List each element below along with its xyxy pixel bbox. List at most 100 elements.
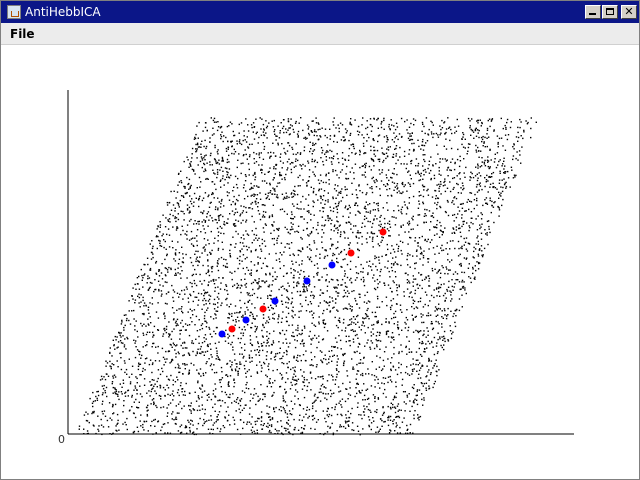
data-point bbox=[356, 350, 358, 353]
data-point bbox=[506, 121, 508, 124]
data-point bbox=[231, 278, 233, 281]
data-point bbox=[294, 403, 296, 405]
data-point bbox=[168, 333, 170, 335]
data-point bbox=[184, 390, 186, 393]
data-point bbox=[117, 419, 119, 422]
data-point bbox=[340, 190, 342, 193]
data-point bbox=[165, 217, 167, 219]
data-point bbox=[308, 275, 310, 277]
data-point bbox=[207, 265, 209, 267]
title-bar[interactable]: AntiHebbICA ✕ bbox=[1, 1, 639, 23]
data-point bbox=[177, 213, 179, 215]
data-point bbox=[332, 197, 334, 200]
data-point bbox=[265, 211, 267, 213]
data-point bbox=[205, 272, 207, 275]
data-point bbox=[468, 243, 471, 245]
data-point bbox=[234, 151, 237, 153]
data-point bbox=[391, 172, 394, 174]
data-point bbox=[288, 298, 290, 301]
data-point bbox=[405, 316, 407, 319]
data-point bbox=[270, 294, 272, 297]
maximize-button[interactable] bbox=[602, 5, 618, 19]
data-point bbox=[410, 178, 412, 180]
data-point bbox=[149, 316, 151, 318]
data-point bbox=[372, 209, 374, 211]
data-point bbox=[281, 127, 284, 130]
data-point bbox=[260, 370, 263, 373]
data-point bbox=[312, 317, 314, 319]
data-point bbox=[234, 175, 237, 178]
data-point bbox=[216, 222, 218, 224]
data-point bbox=[239, 361, 241, 363]
data-point bbox=[391, 181, 394, 183]
data-point bbox=[487, 243, 489, 246]
data-point bbox=[265, 322, 267, 324]
data-point bbox=[186, 208, 189, 210]
data-point bbox=[422, 257, 425, 259]
data-point bbox=[366, 398, 369, 400]
data-point bbox=[355, 300, 357, 302]
data-point bbox=[248, 421, 251, 423]
data-point bbox=[307, 204, 310, 206]
data-point bbox=[216, 151, 219, 153]
minimize-button[interactable] bbox=[585, 5, 601, 19]
data-point bbox=[210, 354, 212, 356]
data-point bbox=[302, 286, 304, 288]
data-point bbox=[242, 334, 244, 337]
data-point bbox=[253, 158, 255, 160]
data-point bbox=[305, 182, 308, 184]
data-point bbox=[424, 208, 426, 211]
data-point bbox=[120, 352, 122, 354]
data-point bbox=[229, 253, 231, 255]
java-app-icon[interactable] bbox=[7, 5, 21, 19]
data-point bbox=[312, 142, 314, 144]
data-point bbox=[209, 154, 212, 157]
data-point bbox=[373, 420, 375, 422]
data-point bbox=[196, 330, 199, 332]
data-point bbox=[86, 430, 89, 432]
data-point bbox=[228, 161, 230, 163]
data-point bbox=[250, 423, 252, 425]
close-button[interactable]: ✕ bbox=[621, 5, 637, 19]
data-point bbox=[143, 378, 146, 380]
data-point bbox=[400, 372, 402, 374]
data-point bbox=[438, 269, 440, 272]
data-point bbox=[243, 135, 245, 137]
data-point bbox=[204, 126, 207, 129]
menu-file[interactable]: File bbox=[10, 27, 35, 41]
data-point bbox=[167, 432, 169, 434]
data-point bbox=[440, 247, 442, 249]
data-point bbox=[141, 313, 144, 315]
data-point bbox=[379, 194, 381, 197]
data-point bbox=[169, 221, 171, 223]
data-point bbox=[339, 339, 342, 342]
data-point bbox=[392, 264, 395, 266]
data-point bbox=[318, 335, 320, 337]
data-point bbox=[281, 254, 283, 256]
data-point bbox=[227, 317, 229, 319]
data-point bbox=[242, 154, 245, 157]
data-point bbox=[175, 272, 177, 275]
data-point bbox=[497, 146, 499, 148]
data-point bbox=[158, 269, 160, 271]
data-point bbox=[336, 369, 338, 371]
data-point bbox=[477, 163, 479, 165]
data-point bbox=[189, 187, 191, 189]
data-point bbox=[169, 213, 171, 216]
data-point bbox=[425, 117, 428, 119]
data-point bbox=[346, 421, 348, 423]
data-point bbox=[248, 356, 251, 358]
data-point bbox=[336, 341, 338, 343]
data-point bbox=[472, 131, 475, 133]
data-point bbox=[433, 289, 435, 291]
data-point bbox=[371, 177, 373, 180]
data-point bbox=[434, 310, 436, 312]
data-point bbox=[249, 339, 252, 341]
data-point bbox=[183, 289, 186, 291]
data-point bbox=[192, 237, 194, 239]
data-point bbox=[220, 137, 222, 140]
data-point bbox=[388, 188, 391, 190]
data-point bbox=[197, 198, 200, 200]
data-point bbox=[181, 246, 183, 248]
data-point bbox=[283, 352, 285, 354]
